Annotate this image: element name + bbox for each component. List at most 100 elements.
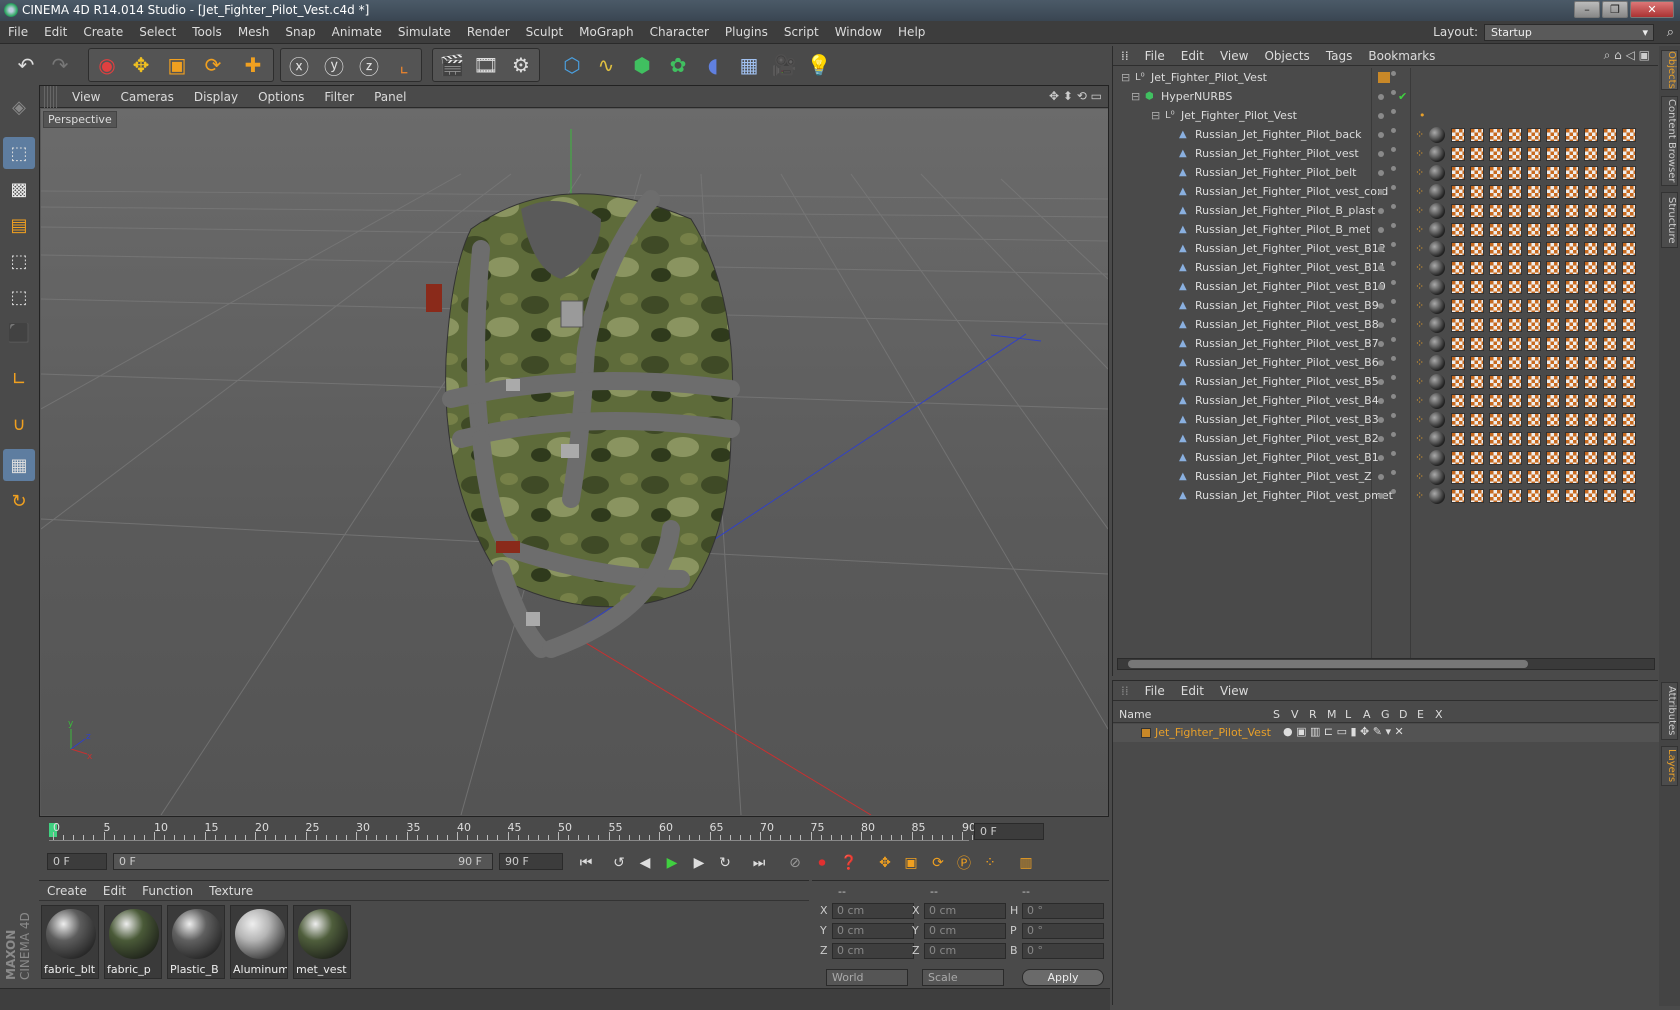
material-swatch[interactable]: fabric_blt bbox=[41, 905, 99, 979]
visibility-render-dot[interactable] bbox=[1391, 489, 1396, 494]
edges-mode-icon[interactable]: ⬚ bbox=[3, 281, 35, 313]
menu-create[interactable]: Create bbox=[75, 21, 131, 44]
previous-key-icon[interactable]: ↺ bbox=[607, 852, 631, 874]
texture-tag-icon[interactable] bbox=[1622, 470, 1636, 484]
undo-icon[interactable]: ↶ bbox=[10, 49, 42, 81]
menu-sculpt[interactable]: Sculpt bbox=[518, 21, 571, 44]
object-menu-view[interactable]: View bbox=[1212, 46, 1256, 66]
texture-tag-icon[interactable] bbox=[1546, 470, 1560, 484]
material-menu-edit[interactable]: Edit bbox=[95, 881, 134, 901]
texture-tag-icon[interactable] bbox=[1470, 413, 1484, 427]
x-axis-lock-icon[interactable]: ⓧ bbox=[283, 49, 315, 81]
menu-window[interactable]: Window bbox=[827, 21, 890, 44]
object-menu-tags[interactable]: Tags bbox=[1318, 46, 1361, 66]
object-row[interactable]: ▲ Russian_Jet_Fighter_Pilot_vest_B6 ⁘ bbox=[1113, 353, 1659, 373]
next-key-icon[interactable]: ↻ bbox=[713, 852, 737, 874]
texture-tag-icon[interactable] bbox=[1451, 432, 1465, 446]
visibility-editor-dot[interactable] bbox=[1378, 436, 1384, 442]
visibility-editor-dot[interactable] bbox=[1378, 113, 1384, 119]
object-name[interactable]: Russian_Jet_Fighter_Pilot_vest_B10 bbox=[1195, 277, 1386, 297]
texture-tag-icon[interactable] bbox=[1489, 147, 1503, 161]
texture-tag-icon[interactable] bbox=[1565, 128, 1579, 142]
texture-tag-icon[interactable] bbox=[1584, 356, 1598, 370]
texture-tag-icon[interactable] bbox=[1451, 356, 1465, 370]
deformer-icon[interactable]: ◖ bbox=[697, 49, 729, 81]
layer-name[interactable]: Jet_Fighter_Pilot_Vest bbox=[1155, 726, 1271, 739]
object-menu-file[interactable]: File bbox=[1137, 46, 1173, 66]
visibility-render-dot[interactable] bbox=[1391, 318, 1396, 323]
visibility-render-dot[interactable] bbox=[1391, 90, 1396, 95]
visibility-editor-dot[interactable] bbox=[1378, 493, 1384, 499]
layer-menu-view[interactable]: View bbox=[1212, 681, 1256, 701]
texture-tag-icon[interactable] bbox=[1584, 128, 1598, 142]
menu-plugins[interactable]: Plugins bbox=[717, 21, 776, 44]
object-name[interactable]: Russian_Jet_Fighter_Pilot_vest_B2 bbox=[1195, 429, 1379, 449]
texture-tag-icon[interactable] bbox=[1622, 223, 1636, 237]
material-tag-icon[interactable] bbox=[1429, 203, 1445, 219]
key-pla-icon[interactable]: ⁘ bbox=[978, 852, 1002, 874]
camera-icon[interactable]: 🎥 bbox=[768, 49, 800, 81]
texture-tag-icon[interactable] bbox=[1508, 299, 1522, 313]
object-name[interactable]: Jet_Fighter_Pilot_Vest bbox=[1151, 68, 1267, 88]
texture-tag-icon[interactable] bbox=[1603, 242, 1617, 256]
visibility-editor-dot[interactable] bbox=[1378, 265, 1384, 271]
texture-tag-icon[interactable] bbox=[1546, 128, 1560, 142]
texture-tag-icon[interactable] bbox=[1603, 147, 1617, 161]
go-to-end-icon[interactable]: ⏭ bbox=[747, 852, 771, 874]
texture-tag-icon[interactable] bbox=[1546, 451, 1560, 465]
layer-row[interactable]: Jet_Fighter_Pilot_Vest ● ▣ ▥ ⊏ ▭ ▮ ✥ ✎ ▾… bbox=[1113, 724, 1659, 742]
menu-edit[interactable]: Edit bbox=[36, 21, 75, 44]
texture-tag-icon[interactable] bbox=[1546, 356, 1560, 370]
material-tag-icon[interactable] bbox=[1429, 374, 1445, 390]
viewport-nav-icons[interactable]: ✥ ⬍ ⟲ ▭ bbox=[1049, 89, 1102, 103]
visibility-editor-dot[interactable] bbox=[1378, 227, 1384, 233]
texture-tag-icon[interactable] bbox=[1622, 280, 1636, 294]
object-row[interactable]: ▲ Russian_Jet_Fighter_Pilot_vest_cord ⁘ bbox=[1113, 182, 1659, 202]
object-row[interactable]: ▲ Russian_Jet_Fighter_Pilot_vest_B7 ⁘ bbox=[1113, 334, 1659, 354]
texture-tag-icon[interactable] bbox=[1622, 128, 1636, 142]
object-hscrollbar[interactable] bbox=[1117, 658, 1655, 670]
end-frame-field[interactable]: 90 F bbox=[499, 853, 563, 870]
apply-button[interactable]: Apply bbox=[1022, 969, 1104, 986]
object-name[interactable]: Russian_Jet_Fighter_Pilot_vest_B8 bbox=[1195, 315, 1379, 335]
texture-tag-icon[interactable] bbox=[1546, 223, 1560, 237]
texture-tag-icon[interactable] bbox=[1584, 470, 1598, 484]
texture-tag-icon[interactable] bbox=[1489, 432, 1503, 446]
texture-tag-icon[interactable] bbox=[1565, 375, 1579, 389]
texture-tag-icon[interactable] bbox=[1584, 375, 1598, 389]
object-row[interactable]: ▲ Russian_Jet_Fighter_Pilot_vest_B5 ⁘ bbox=[1113, 372, 1659, 392]
visibility-render-dot[interactable] bbox=[1391, 71, 1396, 76]
texture-tag-icon[interactable] bbox=[1470, 451, 1484, 465]
texture-tag-icon[interactable] bbox=[1527, 185, 1541, 199]
texture-tag-icon[interactable] bbox=[1470, 489, 1484, 503]
redo-icon[interactable]: ↷ bbox=[44, 49, 76, 81]
live-selection-icon[interactable]: ◉ bbox=[91, 49, 123, 81]
texture-tag-icon[interactable] bbox=[1603, 394, 1617, 408]
texture-tag-icon[interactable] bbox=[1508, 337, 1522, 351]
texture-tag-icon[interactable] bbox=[1546, 166, 1560, 180]
texture-tag-icon[interactable] bbox=[1451, 394, 1465, 408]
material-swatch[interactable]: Plastic_B bbox=[167, 905, 225, 979]
menu-character[interactable]: Character bbox=[642, 21, 717, 44]
texture-tag-icon[interactable] bbox=[1527, 432, 1541, 446]
texture-tag-icon[interactable] bbox=[1622, 166, 1636, 180]
texture-tag-icon[interactable] bbox=[1546, 375, 1560, 389]
texture-tag-icon[interactable] bbox=[1489, 318, 1503, 332]
texture-tag-icon[interactable] bbox=[1622, 413, 1636, 427]
texture-tag-icon[interactable] bbox=[1622, 394, 1636, 408]
layer-column-d[interactable]: D bbox=[1399, 708, 1407, 721]
texture-tag-icon[interactable] bbox=[1546, 242, 1560, 256]
texture-tag-icon[interactable] bbox=[1565, 432, 1579, 446]
visibility-editor-dot[interactable] bbox=[1378, 170, 1384, 176]
viewport-menu-display[interactable]: Display bbox=[184, 86, 248, 108]
layer-column-s[interactable]: S bbox=[1273, 708, 1280, 721]
texture-tag-icon[interactable] bbox=[1508, 470, 1522, 484]
points-mode-icon[interactable]: ⬚ bbox=[3, 245, 35, 277]
visibility-render-dot[interactable] bbox=[1391, 432, 1396, 437]
add-tool-icon[interactable]: ✚ bbox=[237, 49, 269, 81]
texture-tag-icon[interactable] bbox=[1584, 489, 1598, 503]
visibility-render-dot[interactable] bbox=[1391, 223, 1396, 228]
visibility-render-dot[interactable] bbox=[1391, 185, 1396, 190]
object-name[interactable]: Russian_Jet_Fighter_Pilot_vest_B7 bbox=[1195, 334, 1379, 354]
texture-tag-icon[interactable] bbox=[1470, 166, 1484, 180]
